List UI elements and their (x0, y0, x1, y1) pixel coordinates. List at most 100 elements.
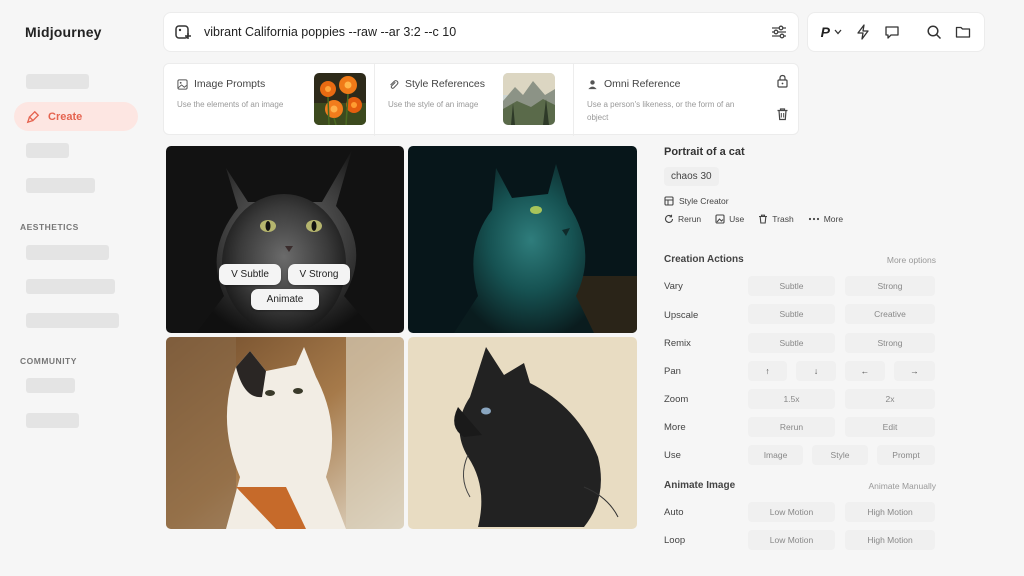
pan-label: Pan (664, 366, 681, 377)
use-label: Use (729, 214, 745, 224)
app-logo[interactable]: Midjourney (25, 24, 102, 40)
sidebar-item-placeholder[interactable] (26, 413, 79, 428)
style-creator-link[interactable]: Style Creator (664, 196, 936, 206)
sidebar-item-create[interactable]: Create (14, 102, 138, 131)
more-rerun-button[interactable]: Rerun (748, 417, 835, 437)
parameter-chip[interactable]: chaos 30 (664, 167, 719, 186)
more-action[interactable]: More (808, 214, 843, 224)
image-actions: Rerun Use Trash More (664, 214, 936, 224)
search-button[interactable] (922, 18, 947, 46)
sidebar: Midjourney Create AESTHETICS COMMUNITY (0, 0, 150, 576)
sidebar-item-placeholder[interactable] (26, 143, 69, 158)
trash-action[interactable]: Trash (758, 214, 794, 224)
use-style-button[interactable]: Style (812, 445, 868, 465)
vary-strong-overlay-button[interactable]: V Strong (288, 264, 350, 285)
style-reference-thumbnail[interactable] (503, 73, 555, 125)
use-image-button[interactable]: Image (748, 445, 803, 465)
vary-label: Vary (664, 281, 683, 292)
prompt-input[interactable]: vibrant California poppies --raw --ar 3:… (204, 25, 770, 39)
loop-label: Loop (664, 535, 686, 546)
paperclip-icon (390, 79, 399, 89)
loop-low-motion-button[interactable]: Low Motion (748, 530, 835, 550)
section-heading-community: COMMUNITY (20, 356, 77, 366)
sidebar-item-placeholder[interactable] (26, 313, 119, 328)
chat-bubble-icon (885, 26, 899, 39)
image-prompts-title: Image Prompts (194, 78, 266, 90)
sidebar-item-placeholder[interactable] (26, 378, 75, 393)
folder-icon (956, 26, 971, 38)
animate-image-header: Animate Image Animate Manually (664, 480, 936, 491)
creation-actions-header: Creation Actions More options (664, 254, 936, 265)
vary-subtle-button[interactable]: Subtle (748, 276, 835, 296)
lock-icon (777, 74, 788, 88)
brush-icon (26, 110, 40, 123)
use-action[interactable]: Use (715, 214, 744, 224)
image-icon (177, 78, 188, 90)
generated-image-4[interactable] (408, 337, 637, 529)
remix-strong-button[interactable]: Strong (845, 333, 935, 353)
folder-button[interactable] (951, 18, 976, 46)
use-image-icon (715, 214, 725, 224)
pan-down-button[interactable]: ↓ (796, 361, 836, 381)
use-row-label: Use (664, 450, 681, 461)
style-creator-label: Style Creator (679, 196, 729, 206)
pan-up-button[interactable]: ↑ (748, 361, 787, 381)
zoom-2x-button[interactable]: 2x (845, 389, 935, 409)
chevron-down-icon (834, 29, 842, 35)
upscale-creative-button[interactable]: Creative (845, 304, 935, 324)
image-prompt-thumbnail[interactable] (314, 73, 366, 125)
trash-label: Trash (772, 214, 794, 224)
zoom-label: Zoom (664, 394, 689, 405)
generated-image-3[interactable] (166, 337, 404, 529)
sidebar-item-label: Create (48, 110, 83, 123)
chat-button[interactable] (880, 18, 905, 46)
add-image-icon[interactable] (174, 23, 192, 41)
auto-label: Auto (664, 507, 684, 518)
omni-reference-section[interactable]: Omni Reference Use a person's likeness, … (574, 64, 769, 136)
style-creator-icon (664, 196, 674, 206)
more-options-link[interactable]: More options (887, 255, 936, 265)
section-heading-aesthetics: AESTHETICS (20, 222, 79, 232)
animate-manually-link[interactable]: Animate Manually (868, 481, 936, 491)
lightning-icon (857, 24, 869, 40)
settings-sliders-icon[interactable] (770, 23, 788, 41)
sidebar-item-placeholder[interactable] (26, 245, 109, 260)
rerun-action[interactable]: Rerun (664, 214, 701, 224)
auto-low-motion-button[interactable]: Low Motion (748, 502, 835, 522)
vary-subtle-overlay-button[interactable]: V Subtle (219, 264, 281, 285)
sidebar-item-placeholder[interactable] (26, 74, 89, 89)
auto-high-motion-button[interactable]: High Motion (845, 502, 935, 522)
omni-reference-title: Omni Reference (604, 78, 681, 90)
pan-left-button[interactable]: ← (845, 361, 885, 381)
upscale-subtle-button[interactable]: Subtle (748, 304, 835, 324)
more-row-label: More (664, 422, 686, 433)
sidebar-item-placeholder[interactable] (26, 279, 115, 294)
creation-actions-title: Creation Actions (664, 254, 744, 265)
lock-button[interactable] (776, 74, 789, 93)
reference-panel: Image Prompts Use the elements of an ima… (163, 63, 799, 136)
animate-overlay-button[interactable]: Animate (251, 289, 319, 310)
generated-image-2[interactable] (408, 146, 637, 333)
person-icon (588, 79, 597, 89)
vary-strong-button[interactable]: Strong (845, 276, 935, 296)
more-edit-button[interactable]: Edit (845, 417, 935, 437)
rerun-label: Rerun (678, 214, 702, 224)
delete-button[interactable] (776, 107, 789, 126)
remix-subtle-button[interactable]: Subtle (748, 333, 835, 353)
remix-label: Remix (664, 338, 691, 349)
speed-button[interactable] (851, 18, 876, 46)
trash-icon (777, 108, 788, 121)
profile-label: P (820, 24, 830, 40)
style-references-title: Style References (405, 78, 485, 90)
pan-right-button[interactable]: → (894, 361, 935, 381)
loop-high-motion-button[interactable]: High Motion (845, 530, 935, 550)
trash-icon (759, 214, 768, 224)
more-label: More (823, 214, 844, 224)
use-prompt-button[interactable]: Prompt (877, 445, 935, 465)
upscale-label: Upscale (664, 310, 699, 321)
search-icon (927, 25, 942, 40)
sidebar-item-placeholder[interactable] (26, 178, 95, 193)
animate-image-title: Animate Image (664, 480, 736, 491)
profile-dropdown[interactable]: P (816, 24, 847, 40)
zoom-1.5x-button[interactable]: 1.5x (748, 389, 835, 409)
